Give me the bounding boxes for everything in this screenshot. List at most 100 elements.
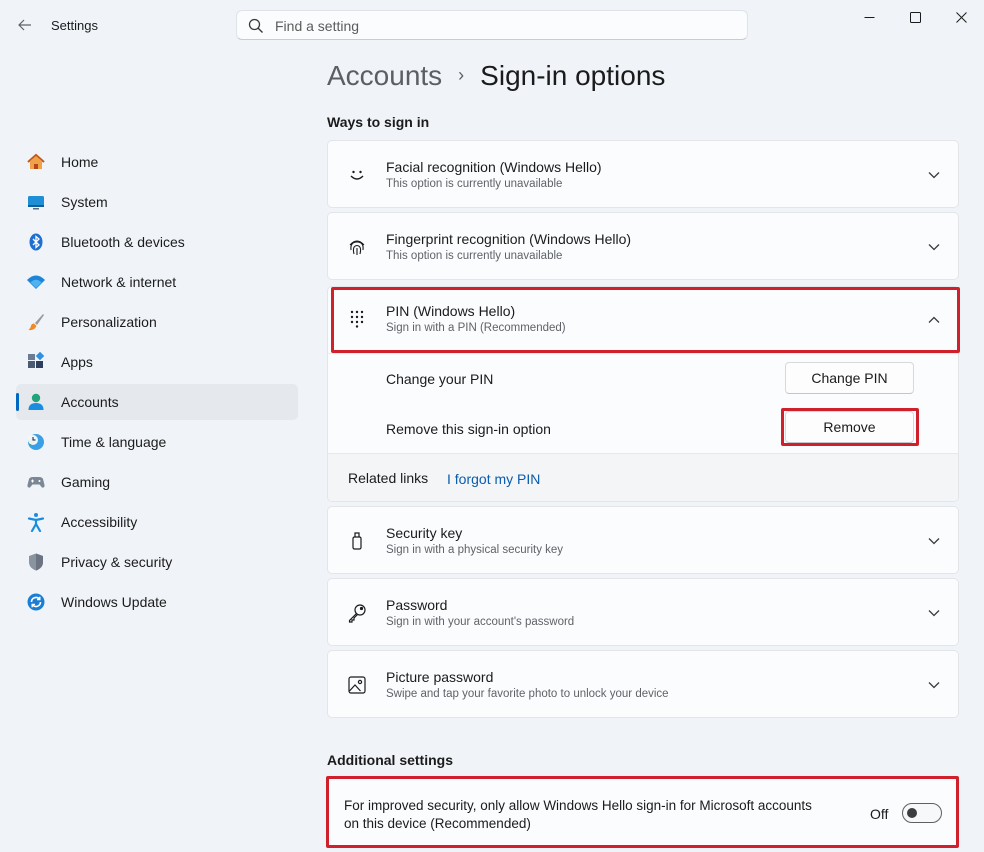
row-subtitle: Swipe and tap your favorite photo to unl… xyxy=(386,688,669,700)
sidebar-item-label: Privacy & security xyxy=(61,554,173,570)
accessibility-icon xyxy=(26,512,46,532)
back-button[interactable] xyxy=(14,14,36,36)
wifi-icon xyxy=(26,272,46,292)
row-title: Fingerprint recognition (Windows Hello) xyxy=(386,231,632,247)
hello-only-toggle[interactable] xyxy=(902,803,942,823)
chevron-down-icon[interactable] xyxy=(926,677,942,693)
sidebar-item-label: Time & language xyxy=(61,434,167,450)
row-title: Facial recognition (Windows Hello) xyxy=(386,159,602,175)
forgot-pin-link[interactable]: I forgot my PIN xyxy=(447,471,540,487)
row-title: Picture password xyxy=(386,669,494,685)
shield-icon xyxy=(26,552,46,572)
row-subtitle: Sign in with a PIN (Recommended) xyxy=(386,322,566,334)
chevron-down-icon[interactable] xyxy=(926,605,942,621)
related-links-label: Related links xyxy=(348,470,429,486)
sidebar-item-time-language[interactable]: Time & language xyxy=(16,424,298,460)
title-bar: Settings Find a setting xyxy=(0,0,984,48)
sidebar-item-accounts[interactable]: Accounts xyxy=(16,384,298,420)
search-input[interactable]: Find a setting xyxy=(275,18,359,34)
breadcrumb-parent[interactable]: Accounts xyxy=(327,60,442,92)
remove-pin-button[interactable]: Remove xyxy=(785,411,914,443)
sidebar-item-gaming[interactable]: Gaming xyxy=(16,464,298,500)
arrow-left-icon xyxy=(18,19,31,31)
sidebar-item-network[interactable]: Network & internet xyxy=(16,264,298,300)
sidebar-item-apps[interactable]: Apps xyxy=(16,344,298,380)
maximize-button[interactable] xyxy=(892,0,938,34)
row-subtitle: Sign in with a physical security key xyxy=(386,544,564,556)
divider xyxy=(328,353,958,354)
fingerprint-icon xyxy=(346,236,368,258)
chevron-down-icon[interactable] xyxy=(926,167,942,183)
home-icon xyxy=(26,152,46,172)
apps-icon xyxy=(26,352,46,372)
pin-windows-hello-panel: PIN (Windows Hello) Sign in with a PIN (… xyxy=(327,286,959,502)
sidebar-item-windows-update[interactable]: Windows Update xyxy=(16,584,298,620)
related-links-bar: Related links I forgot my PIN xyxy=(328,453,958,501)
change-pin-button[interactable]: Change PIN xyxy=(785,362,914,394)
brush-icon xyxy=(26,312,46,332)
facial-recognition-row[interactable]: Facial recognition (Windows Hello) This … xyxy=(327,140,959,208)
security-key-row[interactable]: Security key Sign in with a physical sec… xyxy=(327,506,959,574)
row-subtitle: This option is currently unavailable xyxy=(386,178,563,190)
sidebar-item-label: Bluetooth & devices xyxy=(61,234,185,250)
close-icon xyxy=(955,11,967,23)
sidebar-item-accessibility[interactable]: Accessibility xyxy=(16,504,298,540)
row-subtitle: This option is currently unavailable xyxy=(386,250,563,262)
person-icon xyxy=(26,392,46,412)
hello-only-line1: For improved security, only allow Window… xyxy=(344,798,812,813)
row-title: Password xyxy=(386,597,448,613)
update-icon xyxy=(26,592,46,612)
sidebar-item-label: Personalization xyxy=(61,314,157,330)
sidebar-item-label: Apps xyxy=(61,354,93,370)
keypad-icon xyxy=(346,308,368,330)
remove-option-label: Remove this sign-in option xyxy=(386,421,551,437)
usb-key-icon xyxy=(346,530,368,552)
sidebar-item-label: Windows Update xyxy=(61,594,167,610)
picture-password-row[interactable]: Picture password Swipe and tap your favo… xyxy=(327,650,959,718)
breadcrumb-separator: › xyxy=(458,65,465,85)
app-title: Settings xyxy=(51,18,98,33)
window-controls xyxy=(846,0,984,34)
sidebar-item-label: Network & internet xyxy=(61,274,177,290)
chevron-up-icon[interactable] xyxy=(926,312,942,328)
sidebar-item-label: Home xyxy=(61,154,99,170)
pin-header[interactable]: PIN (Windows Hello) Sign in with a PIN (… xyxy=(328,287,958,353)
toggle-state-label: Off xyxy=(870,806,889,822)
system-icon xyxy=(26,192,46,212)
sidebar-nav: Home System Bluetooth & devices Network … xyxy=(16,144,298,624)
hello-only-setting-row: For improved security, only allow Window… xyxy=(327,778,959,848)
row-title: Security key xyxy=(386,525,463,541)
gamepad-icon xyxy=(26,472,46,492)
sidebar-item-privacy-security[interactable]: Privacy & security xyxy=(16,544,298,580)
row-subtitle: Sign in with your account's password xyxy=(386,616,575,628)
sidebar-item-personalization[interactable]: Personalization xyxy=(16,304,298,340)
minimize-button[interactable] xyxy=(846,0,892,34)
close-button[interactable] xyxy=(938,0,984,34)
key-icon xyxy=(346,602,368,624)
breadcrumb: Accounts › Sign-in options xyxy=(327,60,665,92)
row-title: PIN (Windows Hello) xyxy=(386,303,516,319)
page-title: Sign-in options xyxy=(480,60,666,91)
sidebar-item-label: System xyxy=(61,194,108,210)
hello-only-line2: on this device (Recommended) xyxy=(344,816,531,831)
sidebar-item-system[interactable]: System xyxy=(16,184,298,220)
section-heading-additional: Additional settings xyxy=(327,752,453,768)
password-row[interactable]: Password Sign in with your account's pas… xyxy=(327,578,959,646)
toggle-knob xyxy=(907,808,917,818)
sidebar-item-home[interactable]: Home xyxy=(16,144,298,180)
chevron-down-icon[interactable] xyxy=(926,239,942,255)
minimize-icon xyxy=(864,16,874,18)
fingerprint-recognition-row[interactable]: Fingerprint recognition (Windows Hello) … xyxy=(327,212,959,280)
change-pin-label: Change your PIN xyxy=(386,371,494,387)
smiley-icon xyxy=(346,164,368,186)
sidebar-item-bluetooth[interactable]: Bluetooth & devices xyxy=(16,224,298,260)
chevron-down-icon[interactable] xyxy=(926,533,942,549)
picture-icon xyxy=(346,674,368,696)
sidebar-item-label: Accounts xyxy=(61,394,119,410)
globe-clock-icon xyxy=(26,432,46,452)
sidebar-item-label: Accessibility xyxy=(61,514,138,530)
search-icon xyxy=(248,18,263,33)
section-heading-ways: Ways to sign in xyxy=(327,114,430,130)
sidebar-item-label: Gaming xyxy=(61,474,111,490)
search-box[interactable]: Find a setting xyxy=(236,10,748,40)
